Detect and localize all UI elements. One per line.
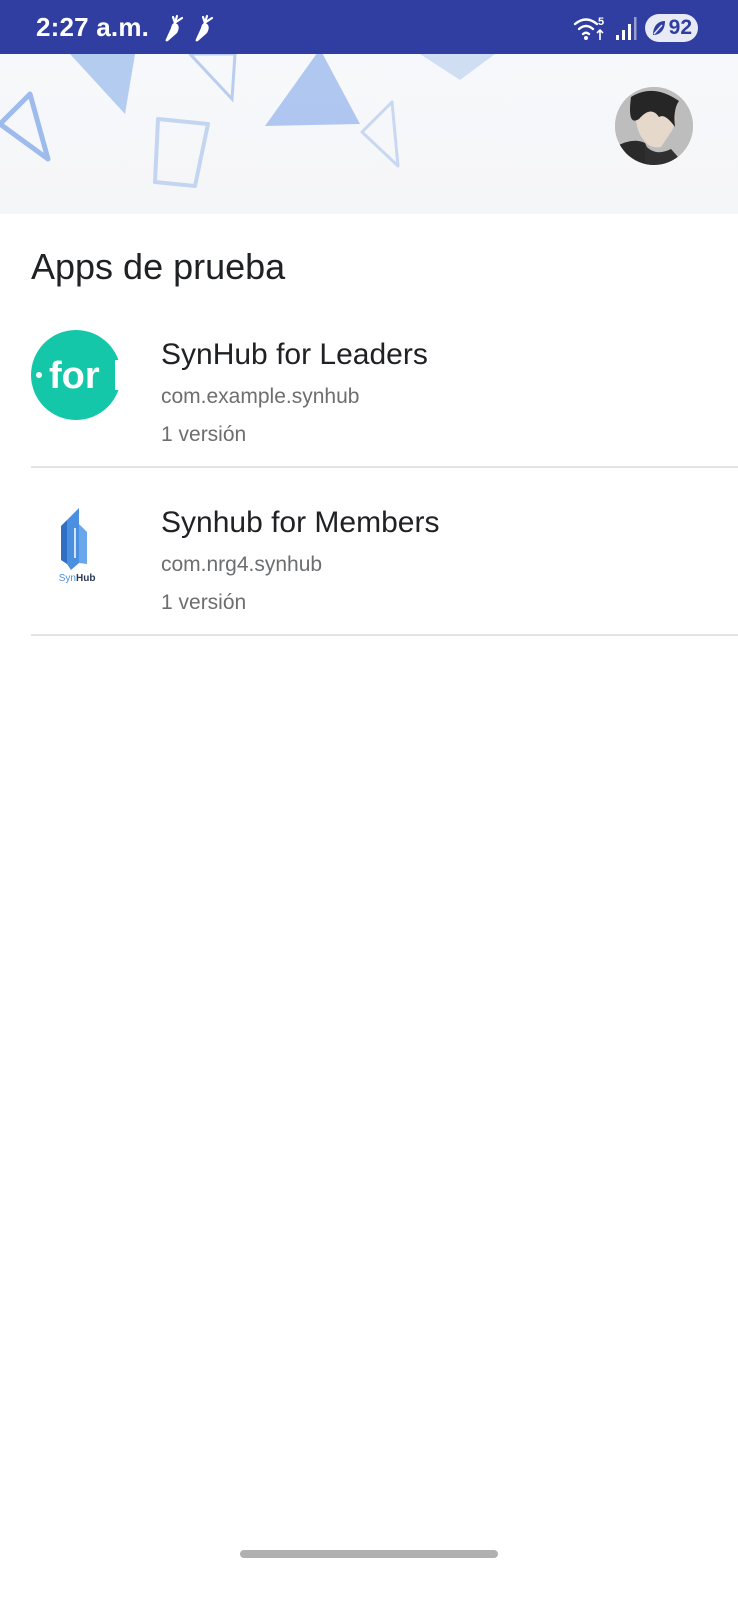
app-package: com.nrg4.synhub (161, 553, 323, 576)
home-indicator[interactable] (240, 1550, 498, 1558)
user-avatar[interactable] (615, 87, 693, 165)
app-package: com.example.synhub (161, 385, 360, 408)
status-icons: 5 92 (573, 12, 698, 44)
battery-saver-leaf-icon (652, 21, 665, 35)
app-icon-text-suffix: Hub (76, 573, 95, 584)
battery-level: 92 (668, 16, 692, 39)
app-icon-text: for (49, 355, 100, 397)
app-name: SynHub for Leaders (161, 338, 428, 371)
signal-icon (615, 17, 637, 40)
page-title: Apps de prueba (31, 246, 286, 287)
app-version-count: 1 versión (161, 591, 247, 614)
avatar-icon (615, 87, 693, 165)
app-icon-text-prefix: Syn (59, 573, 76, 584)
battery-indicator: 92 (644, 14, 698, 42)
status-bar: 2:27 a.m. 5 92 (0, 0, 738, 54)
screen: 2:27 a.m. 5 92 Apps de prueba for SynHub… (0, 0, 738, 1600)
status-time: 2:27 a.m. (36, 12, 150, 42)
list-item[interactable]: for SynHub for Leaders com.example.synhu… (0, 300, 738, 468)
app-version-count: 1 versión (161, 423, 247, 446)
app-icon: Syn Hub (31, 498, 121, 588)
carrot-icon (165, 14, 184, 42)
wifi-icon: 5 (573, 16, 604, 40)
app-name: Synhub for Members (161, 506, 440, 539)
wifi-label: 5 (598, 16, 604, 28)
app-icon: for (31, 330, 121, 420)
app-list: for SynHub for Leaders com.example.synhu… (0, 300, 738, 636)
carrot-icon (195, 14, 214, 42)
divider (31, 634, 738, 636)
list-item[interactable]: Syn Hub Synhub for Members com.nrg4.synh… (0, 468, 738, 636)
